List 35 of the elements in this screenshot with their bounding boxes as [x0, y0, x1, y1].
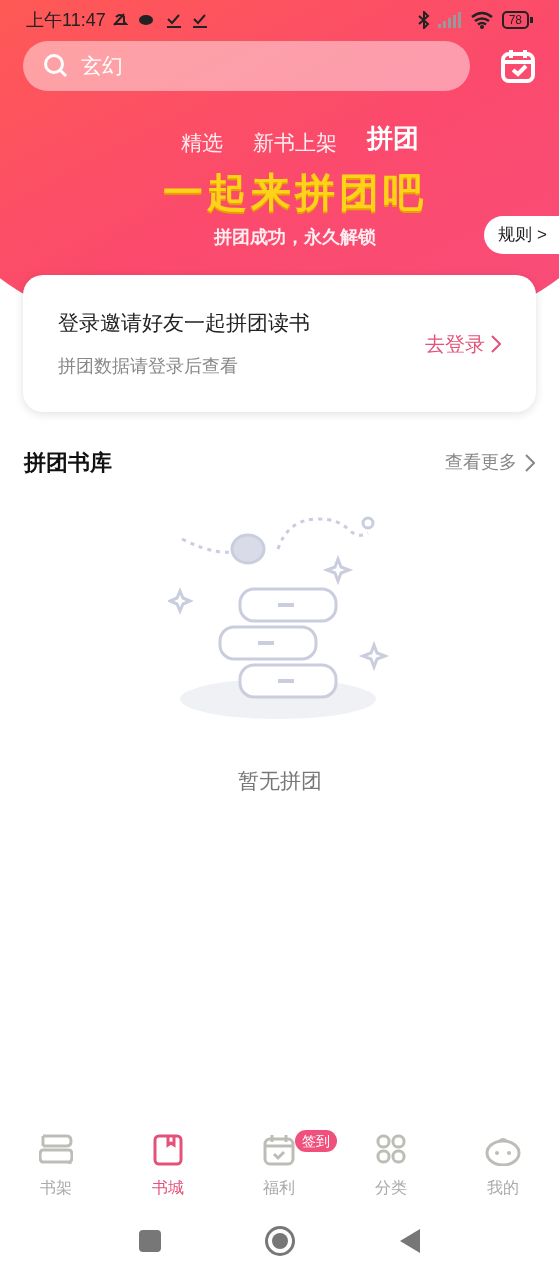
- login-link[interactable]: 去登录: [425, 328, 501, 359]
- nav-tab[interactable]: 书城: [127, 1134, 208, 1200]
- bookshelf-icon: [38, 1134, 73, 1166]
- calendar-icon[interactable]: [500, 48, 536, 84]
- banner-title: 一起来拼团吧: [161, 169, 428, 216]
- calendar-icon: [263, 1134, 296, 1166]
- category-tab[interactable]: 精选: [180, 126, 223, 158]
- category-tab[interactable]: 拼团: [366, 119, 419, 158]
- banner-subtitle: 拼团成功，永久解锁: [213, 226, 376, 249]
- section-title: 拼团书库: [24, 449, 112, 477]
- back-button[interactable]: [398, 1228, 421, 1254]
- bluetooth-icon: [417, 11, 430, 29]
- search-icon: [43, 53, 69, 79]
- card-subtitle: 拼团数据请登录后查看: [58, 354, 239, 378]
- card-title: 登录邀请好友一起拼团读书: [58, 310, 310, 337]
- nav-tab[interactable]: 书架: [15, 1134, 96, 1200]
- signal-icon: [437, 12, 462, 28]
- book-icon: [152, 1134, 183, 1166]
- see-more-link[interactable]: 查看更多: [445, 449, 535, 476]
- nav-tab[interactable]: 我的: [463, 1134, 544, 1200]
- check-icon: [191, 12, 208, 28]
- empty-state-text: 暂无拼团: [236, 768, 323, 794]
- status-time: 上午11:47: [26, 8, 106, 32]
- sign-in-badge: 签到: [295, 1130, 338, 1152]
- rules-button[interactable]: 规则 >: [484, 216, 559, 254]
- recents-button[interactable]: [138, 1230, 161, 1252]
- home-button[interactable]: [264, 1226, 295, 1256]
- nav-tab[interactable]: 分类: [351, 1134, 432, 1200]
- category-tab[interactable]: 新书上架: [252, 126, 337, 158]
- chevron-icon: [491, 334, 501, 353]
- wifi-icon: [469, 11, 494, 29]
- search-field[interactable]: 玄幻: [23, 41, 470, 91]
- grid-icon: [376, 1134, 407, 1164]
- chevron-icon: [525, 453, 535, 472]
- check-icon: [165, 12, 182, 28]
